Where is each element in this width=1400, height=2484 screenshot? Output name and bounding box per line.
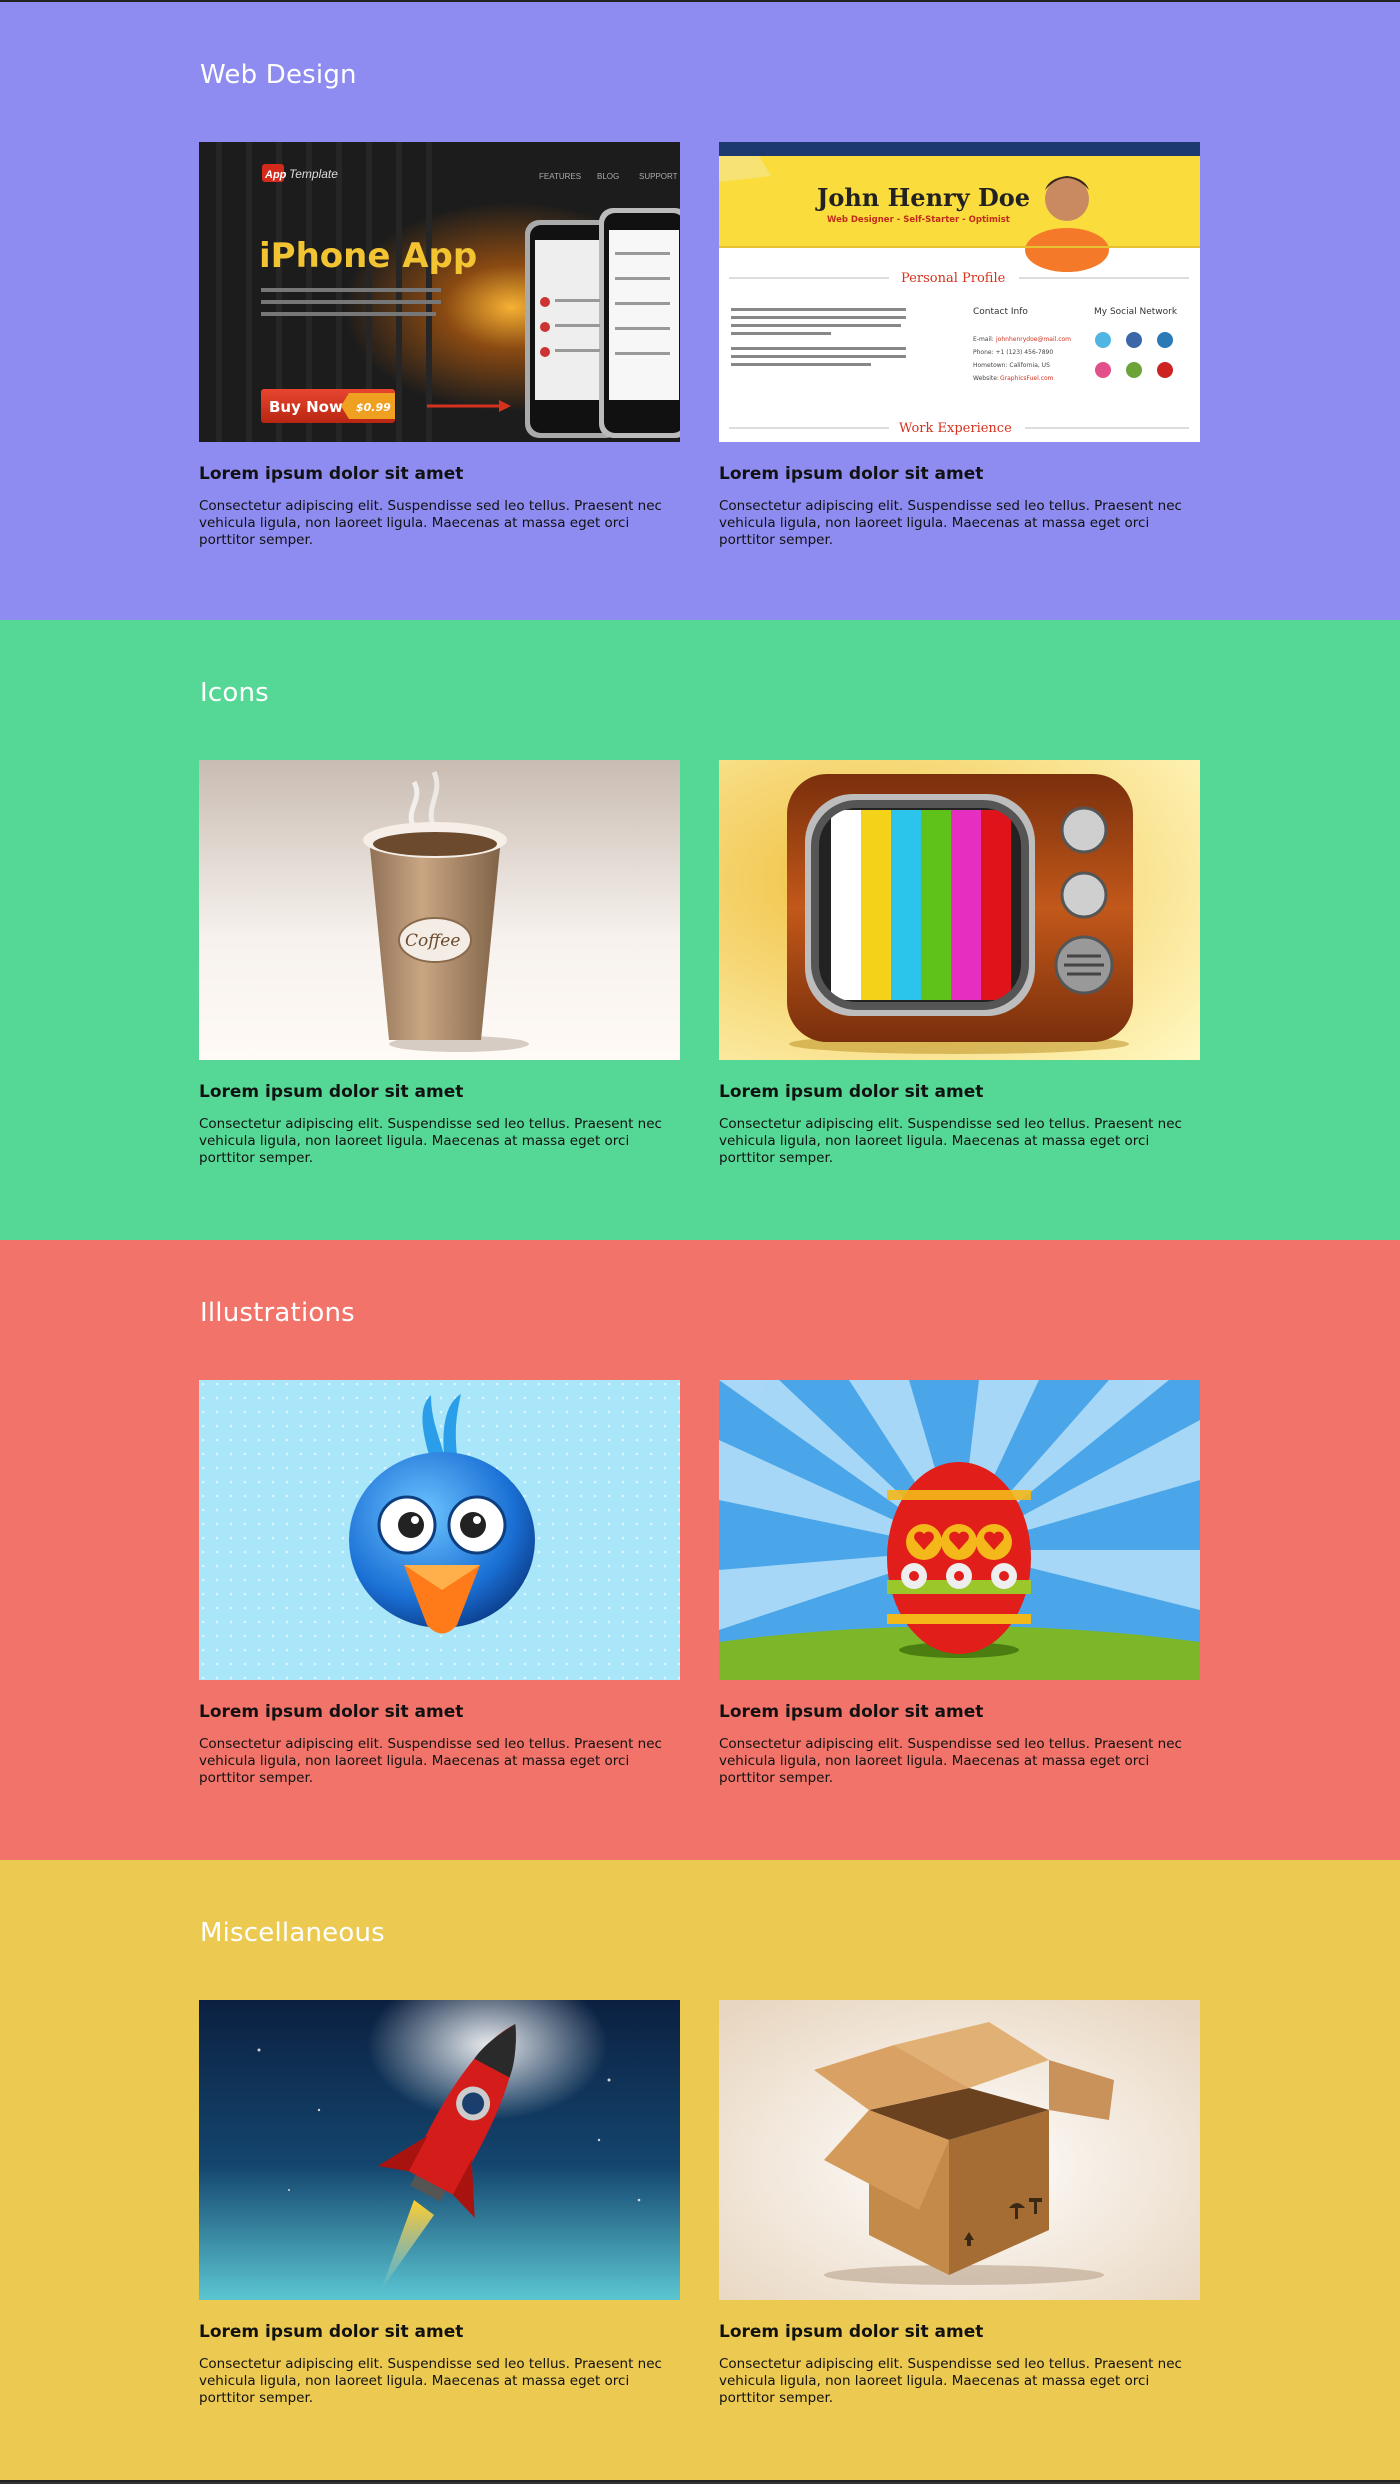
email-value: johnhenrydoe@mail.com xyxy=(995,336,1071,343)
profile-heading: Personal Profile xyxy=(901,271,1006,286)
portfolio-card[interactable]: Lorem ipsum dolor sit amet Consectetur a… xyxy=(199,2000,680,2407)
section-illustrations: Illustrations Lorem ipsum dolor sit amet… xyxy=(0,1240,1400,1860)
portfolio-card[interactable]: Lorem ipsum dolor sit amet Consectetur a… xyxy=(719,1380,1200,1787)
portfolio-card[interactable]: App Template FEATURES BLOG SUPPORT iPhon… xyxy=(199,142,680,549)
hometown-text: Hometown: California, US xyxy=(973,362,1050,369)
cardboard-box-illustration-thumbnail[interactable] xyxy=(719,2000,1200,2300)
section-miscellaneous: Miscellaneous Lorem ipsum dolor sit amet… xyxy=(0,1860,1400,2480)
logo-suffix-text: Template xyxy=(289,167,338,181)
website-value: GraphicsFuel.com xyxy=(1000,375,1054,382)
card-title[interactable]: Lorem ipsum dolor sit amet xyxy=(199,1082,680,1102)
nav-support: SUPPORT xyxy=(639,172,678,181)
card-title[interactable]: Lorem ipsum dolor sit amet xyxy=(719,2322,1200,2342)
card-description: Consectetur adipiscing elit. Suspendisse… xyxy=(719,1116,1182,1166)
card-description: Consectetur adipiscing elit. Suspendisse… xyxy=(719,2356,1182,2406)
email-label: E-mail: xyxy=(973,336,994,343)
portfolio-card[interactable]: Coffee Lorem ipsum dolor sit amet Consec… xyxy=(199,760,680,1167)
section-web-design: Web Design App Template FEATURES BLOG SU… xyxy=(0,2,1400,622)
portfolio-card[interactable]: Lorem ipsum dolor sit amet Consectetur a… xyxy=(719,2000,1200,2407)
nav-blog: BLOG xyxy=(597,172,619,181)
retro-tv-icon-thumbnail[interactable] xyxy=(719,760,1200,1060)
buy-now-text: Buy Now xyxy=(269,398,343,416)
resume-tagline: Web Designer - Self-Starter - Optimist xyxy=(827,215,1010,225)
price-text: $0.99 xyxy=(356,401,391,414)
rocket-illustration-thumbnail[interactable] xyxy=(199,2000,680,2300)
card-description: Consectetur adipiscing elit. Suspendisse… xyxy=(199,1736,662,1786)
easter-egg-illustration-thumbnail[interactable] xyxy=(719,1380,1200,1680)
card-description: Consectetur adipiscing elit. Suspendisse… xyxy=(199,1116,662,1166)
card-title[interactable]: Lorem ipsum dolor sit amet xyxy=(199,2322,680,2342)
portfolio-card[interactable]: Lorem ipsum dolor sit amet Consectetur a… xyxy=(719,760,1200,1167)
card-title[interactable]: Lorem ipsum dolor sit amet xyxy=(719,1702,1200,1722)
resume-template-thumbnail[interactable]: John Henry Doe Web Designer - Self-Start… xyxy=(719,142,1200,442)
coffee-cup-icon-thumbnail[interactable]: Coffee xyxy=(199,760,680,1060)
section-title: Icons xyxy=(200,678,269,708)
contact-heading: Contact Info xyxy=(973,307,1028,317)
card-description: Consectetur adipiscing elit. Suspendisse… xyxy=(719,1736,1182,1786)
section-icons: Icons Coffee Lorem ipsum dolor sit amet … xyxy=(0,620,1400,1240)
work-heading: Work Experience xyxy=(899,421,1012,436)
card-title[interactable]: Lorem ipsum dolor sit amet xyxy=(199,1702,680,1722)
card-title[interactable]: Lorem ipsum dolor sit amet xyxy=(199,464,680,484)
social-heading: My Social Network xyxy=(1094,307,1178,317)
portfolio-card[interactable]: John Henry Doe Web Designer - Self-Start… xyxy=(719,142,1200,549)
portfolio-card[interactable]: Lorem ipsum dolor sit amet Consectetur a… xyxy=(199,1380,680,1787)
phone-text: Phone: +1 (123) 456-7890 xyxy=(973,349,1053,356)
card-title[interactable]: Lorem ipsum dolor sit amet xyxy=(719,1082,1200,1102)
section-title: Miscellaneous xyxy=(200,1918,385,1948)
logo-text: App xyxy=(264,169,287,181)
coffee-label-text: Coffee xyxy=(405,931,460,951)
website-label: Website: xyxy=(973,375,999,382)
section-title: Illustrations xyxy=(200,1298,355,1328)
resume-name: John Henry Doe xyxy=(815,183,1030,212)
headline-text: iPhone App xyxy=(259,236,477,276)
nav-features: FEATURES xyxy=(539,172,581,181)
card-description: Consectetur adipiscing elit. Suspendisse… xyxy=(719,498,1182,548)
blue-bird-illustration-thumbnail[interactable] xyxy=(199,1380,680,1680)
card-description: Consectetur adipiscing elit. Suspendisse… xyxy=(199,2356,662,2406)
iphone-app-template-thumbnail[interactable]: App Template FEATURES BLOG SUPPORT iPhon… xyxy=(199,142,680,442)
section-title: Web Design xyxy=(200,60,357,90)
card-description: Consectetur adipiscing elit. Suspendisse… xyxy=(199,498,662,548)
card-title[interactable]: Lorem ipsum dolor sit amet xyxy=(719,464,1200,484)
